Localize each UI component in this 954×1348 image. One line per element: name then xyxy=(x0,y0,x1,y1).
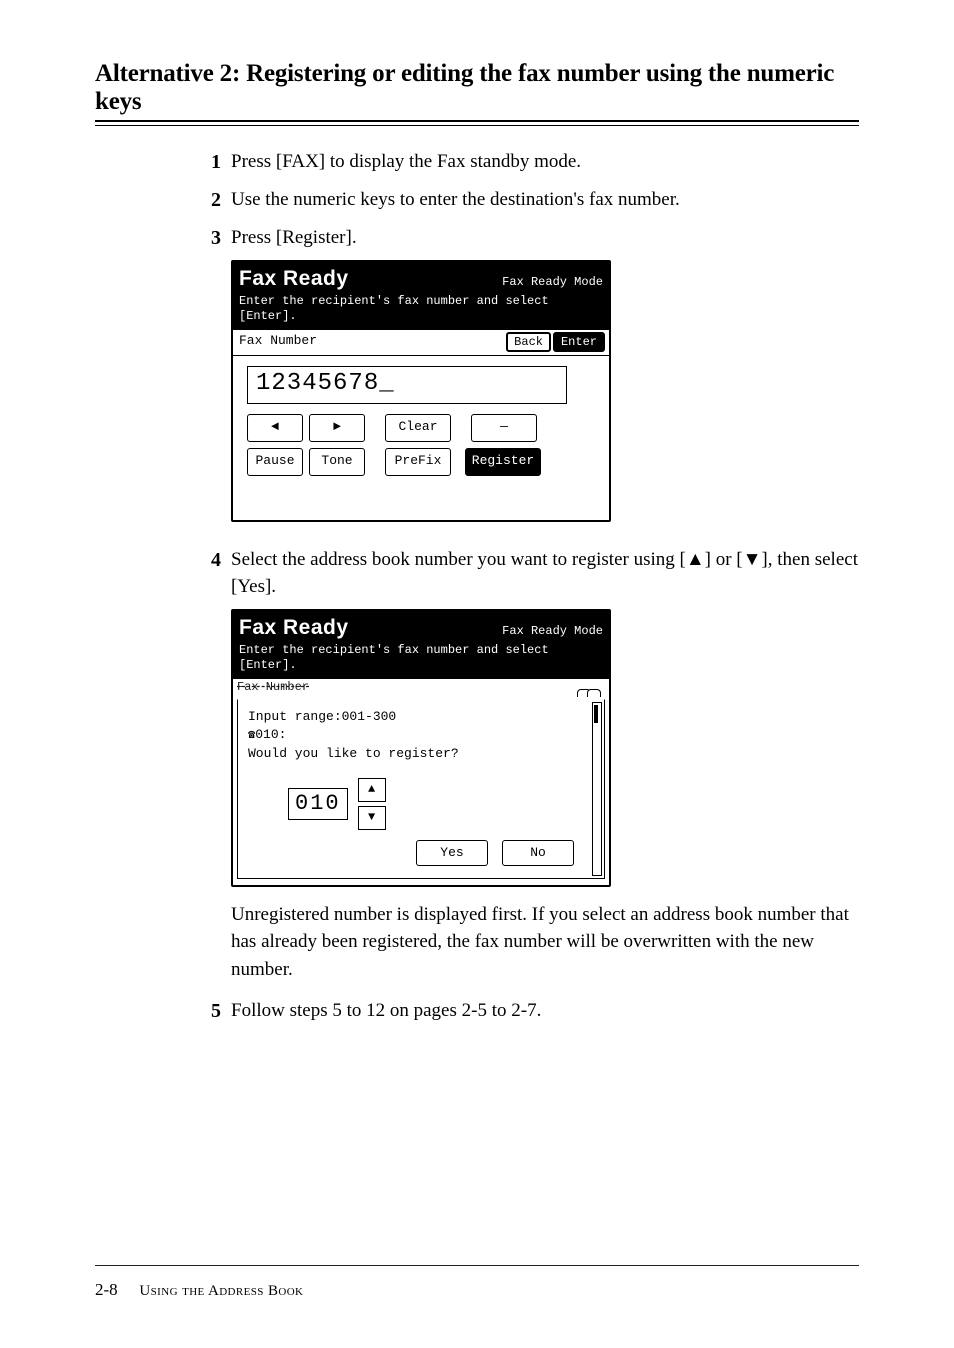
lcd2-bar-fragment: Fax Number xyxy=(237,679,309,696)
step-text-2: Use the numeric keys to enter the destin… xyxy=(231,186,859,214)
lcd2-scrollbar[interactable] xyxy=(592,702,602,876)
lcd1-pause-button[interactable]: Pause xyxy=(247,448,303,476)
lcd1-bar-label: Fax Number xyxy=(239,332,317,351)
page-number: 2-8 xyxy=(95,1280,118,1299)
lcd2-ready-label: Fax Ready xyxy=(239,615,349,641)
lcd1-ready-label: Fax Ready xyxy=(239,266,349,292)
step-number-3: 3 xyxy=(95,224,231,252)
lcd-screenshot-2: Fax Ready Fax Ready Mode Enter the recip… xyxy=(231,609,611,887)
step-number-5: 5 xyxy=(95,997,231,1025)
lcd1-prefix-button[interactable]: PreFix xyxy=(385,448,451,476)
section-rule xyxy=(95,120,859,126)
section-title: Alternative 2: Registering or editing th… xyxy=(95,60,859,116)
step-text-1: Press [FAX] to display the Fax standby m… xyxy=(231,148,859,176)
lcd1-fax-number-input[interactable]: 12345678_ xyxy=(247,366,567,404)
lcd1-tone-button[interactable]: Tone xyxy=(309,448,365,476)
page-footer: 2-8 Using the Address Book xyxy=(95,1265,859,1300)
step-text-3: Press [Register]. xyxy=(231,224,859,252)
lcd1-back-button[interactable]: Back xyxy=(506,332,551,352)
lcd2-no-button[interactable]: No xyxy=(502,840,574,866)
lcd1-register-button[interactable]: Register xyxy=(465,448,541,476)
lcd1-left-button[interactable]: ◄ xyxy=(247,414,303,442)
step-4-note: Unregistered number is displayed first. … xyxy=(231,901,859,984)
step-number-2: 2 xyxy=(95,186,231,214)
lcd2-prompt: Enter the recipient's fax number and sel… xyxy=(239,643,603,673)
lcd-screenshot-1: Fax Ready Fax Ready Mode Enter the recip… xyxy=(231,260,611,522)
lcd2-down-button[interactable]: ▼ xyxy=(358,806,386,830)
lcd2-question: Would you like to register? xyxy=(248,745,594,764)
step-text-5: Follow steps 5 to 12 on pages 2-5 to 2-7… xyxy=(231,997,859,1025)
lcd2-slot-number: 010: xyxy=(255,727,286,742)
step-number-4: 4 xyxy=(95,546,231,574)
lcd2-value-box: 010 xyxy=(288,788,348,820)
step-text-4: Select the address book number you want … xyxy=(231,546,859,601)
lcd1-mode-label: Fax Ready Mode xyxy=(502,275,603,290)
lcd2-yes-button[interactable]: Yes xyxy=(416,840,488,866)
lcd1-enter-button[interactable]: Enter xyxy=(553,332,605,352)
step-number-1: 1 xyxy=(95,148,231,176)
lcd1-clear-button[interactable]: Clear xyxy=(385,414,451,442)
lcd2-up-button[interactable]: ▲ xyxy=(358,778,386,802)
lcd2-input-range: Input range:001-300 xyxy=(248,708,594,727)
chapter-title: Using the Address Book xyxy=(139,1283,303,1299)
lcd1-right-button[interactable]: ► xyxy=(309,414,365,442)
lcd2-dialog: Input range:001-300 ☎010: Would you like… xyxy=(237,699,605,879)
lcd1-prompt: Enter the recipient's fax number and sel… xyxy=(239,294,603,324)
lcd2-mode-label: Fax Ready Mode xyxy=(502,624,603,639)
lcd1-dash-button[interactable]: — xyxy=(471,414,537,442)
